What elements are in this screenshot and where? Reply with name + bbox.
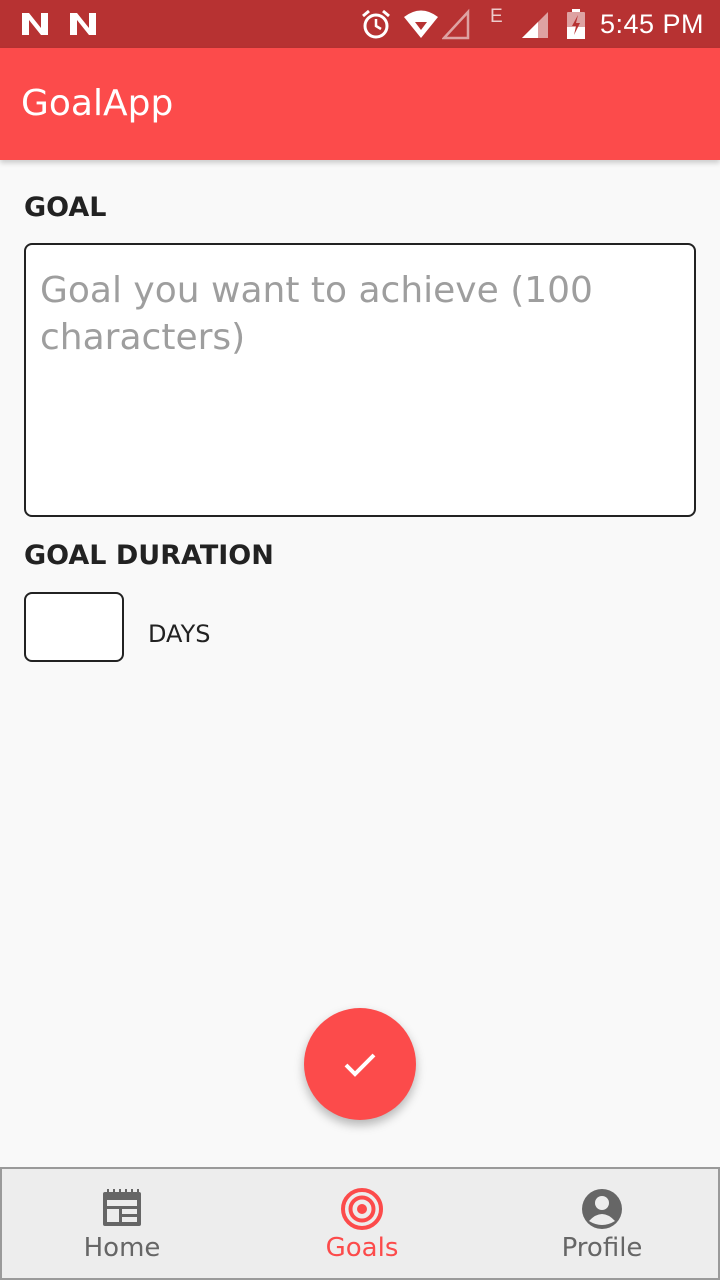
app-bar: GoalApp xyxy=(0,48,720,160)
signal-icon xyxy=(522,12,548,38)
network-type: E xyxy=(490,6,503,27)
days-unit-label: DAYS xyxy=(148,620,211,648)
app-title: GoalApp xyxy=(21,83,174,124)
profile-icon xyxy=(582,1189,622,1229)
nav-item-home[interactable]: Home xyxy=(2,1169,242,1280)
wifi-icon xyxy=(404,10,438,38)
nav-item-goals[interactable]: Goals xyxy=(242,1169,482,1280)
save-goal-button[interactable] xyxy=(304,1008,416,1120)
goal-input[interactable] xyxy=(24,243,696,517)
nav-label-profile: Profile xyxy=(561,1233,643,1263)
target-icon xyxy=(341,1188,383,1230)
days-input[interactable] xyxy=(24,592,124,662)
alarm-icon xyxy=(362,9,390,39)
nav-item-profile[interactable]: Profile xyxy=(482,1169,720,1280)
nav-label-goals: Goals xyxy=(325,1233,399,1263)
status-bar: E 5:45 PM xyxy=(0,0,720,48)
n-notification-icon xyxy=(70,13,96,35)
home-calendar-icon xyxy=(103,1189,141,1226)
status-clock: 5:45 PM xyxy=(600,9,705,39)
check-icon xyxy=(344,1053,376,1077)
n-notification-icon xyxy=(22,13,48,35)
nav-label-home: Home xyxy=(83,1233,161,1263)
signal-icon xyxy=(442,8,470,40)
battery-charging-icon xyxy=(567,9,585,39)
goal-duration-label: GOAL DURATION xyxy=(24,540,274,571)
bottom-navigation: Home Goals Profile xyxy=(0,1167,720,1280)
goal-label: GOAL xyxy=(24,192,107,223)
